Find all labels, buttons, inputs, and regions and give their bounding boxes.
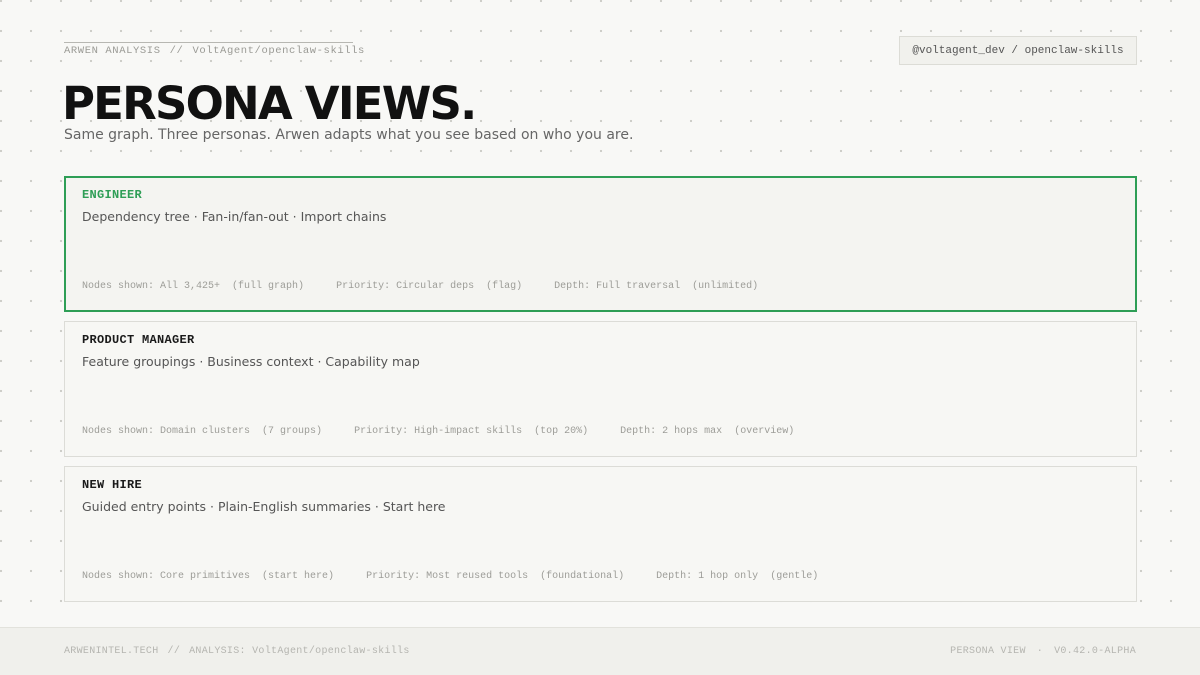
brand-label: ARWEN ANALYSIS	[64, 45, 161, 57]
nodes-shown: Nodes shown: Core primitives (start here)	[82, 571, 335, 582]
depth: Depth: 2 hops max (overview)	[620, 426, 795, 437]
persona-meta: Nodes shown: Core primitives (start here)…	[82, 571, 850, 582]
footer-right: PERSONA VIEW · V0.42.0-ALPHA	[950, 646, 1136, 657]
footer-analysis: ANALYSIS: VoltAgent/openclaw-skills	[189, 646, 410, 657]
footer: ARWENINTEL.TECH // ANALYSIS: VoltAgent/ope…	[0, 627, 1200, 675]
persona-description: Guided entry points · Plain-English summ…	[82, 499, 446, 514]
priority: Priority: High-impact skills (top 20%)	[354, 426, 589, 437]
nodes-shown: Nodes shown: All 3,425+ (full graph)	[82, 281, 305, 292]
footer-dot: ·	[1036, 646, 1044, 657]
persona-role: PRODUCT MANAGER	[82, 333, 195, 347]
priority: Priority: Most reused tools (foundational…	[366, 571, 625, 582]
persona-description: Dependency tree · Fan-in/fan-out · Impor…	[82, 209, 387, 224]
nodes-shown: Nodes shown: Domain clusters (7 groups)	[82, 426, 323, 437]
depth: Depth: Full traversal (unlimited)	[554, 281, 759, 292]
persona-role: NEW HIRE	[82, 478, 143, 492]
depth: Depth: 1 hop only (gentle)	[656, 571, 819, 582]
breadcrumb: ARWEN ANALYSIS // VoltAgent/openclaw-skill…	[64, 42, 364, 57]
repo-badge[interactable]: @voltagent_dev / openclaw-skills	[899, 36, 1137, 65]
version-label: V0.42.0-ALPHA	[1054, 646, 1136, 657]
repo-path[interactable]: VoltAgent/openclaw-skills	[192, 45, 365, 57]
priority: Priority: Circular deps (flag)	[336, 281, 523, 292]
persona-card-product-manager[interactable]: PRODUCT MANAGER Feature groupings · Busi…	[64, 321, 1137, 457]
persona-description: Feature groupings · Business context · C…	[82, 354, 420, 369]
footer-separator: //	[167, 646, 181, 657]
footer-view-label: PERSONA VIEW	[950, 646, 1026, 657]
footer-left: ARWENINTEL.TECH // ANALYSIS: VoltAgent/ope…	[64, 646, 410, 657]
persona-role: ENGINEER	[82, 188, 143, 202]
persona-card-engineer[interactable]: ENGINEER Dependency tree · Fan-in/fan-ou…	[64, 176, 1137, 312]
page-subtitle: Same graph. Three personas. Arwen adapts…	[64, 127, 634, 143]
breadcrumb-separator: //	[169, 45, 184, 57]
footer-site-link[interactable]: ARWENINTEL.TECH	[64, 646, 159, 657]
page-title: PERSONA VIEWS.	[62, 77, 477, 130]
persona-card-new-hire[interactable]: NEW HIRE Guided entry points · Plain-Eng…	[64, 466, 1137, 602]
persona-meta: Nodes shown: Domain clusters (7 groups) Pr…	[82, 426, 826, 437]
persona-meta: Nodes shown: All 3,425+ (full graph) Prior…	[82, 281, 790, 292]
